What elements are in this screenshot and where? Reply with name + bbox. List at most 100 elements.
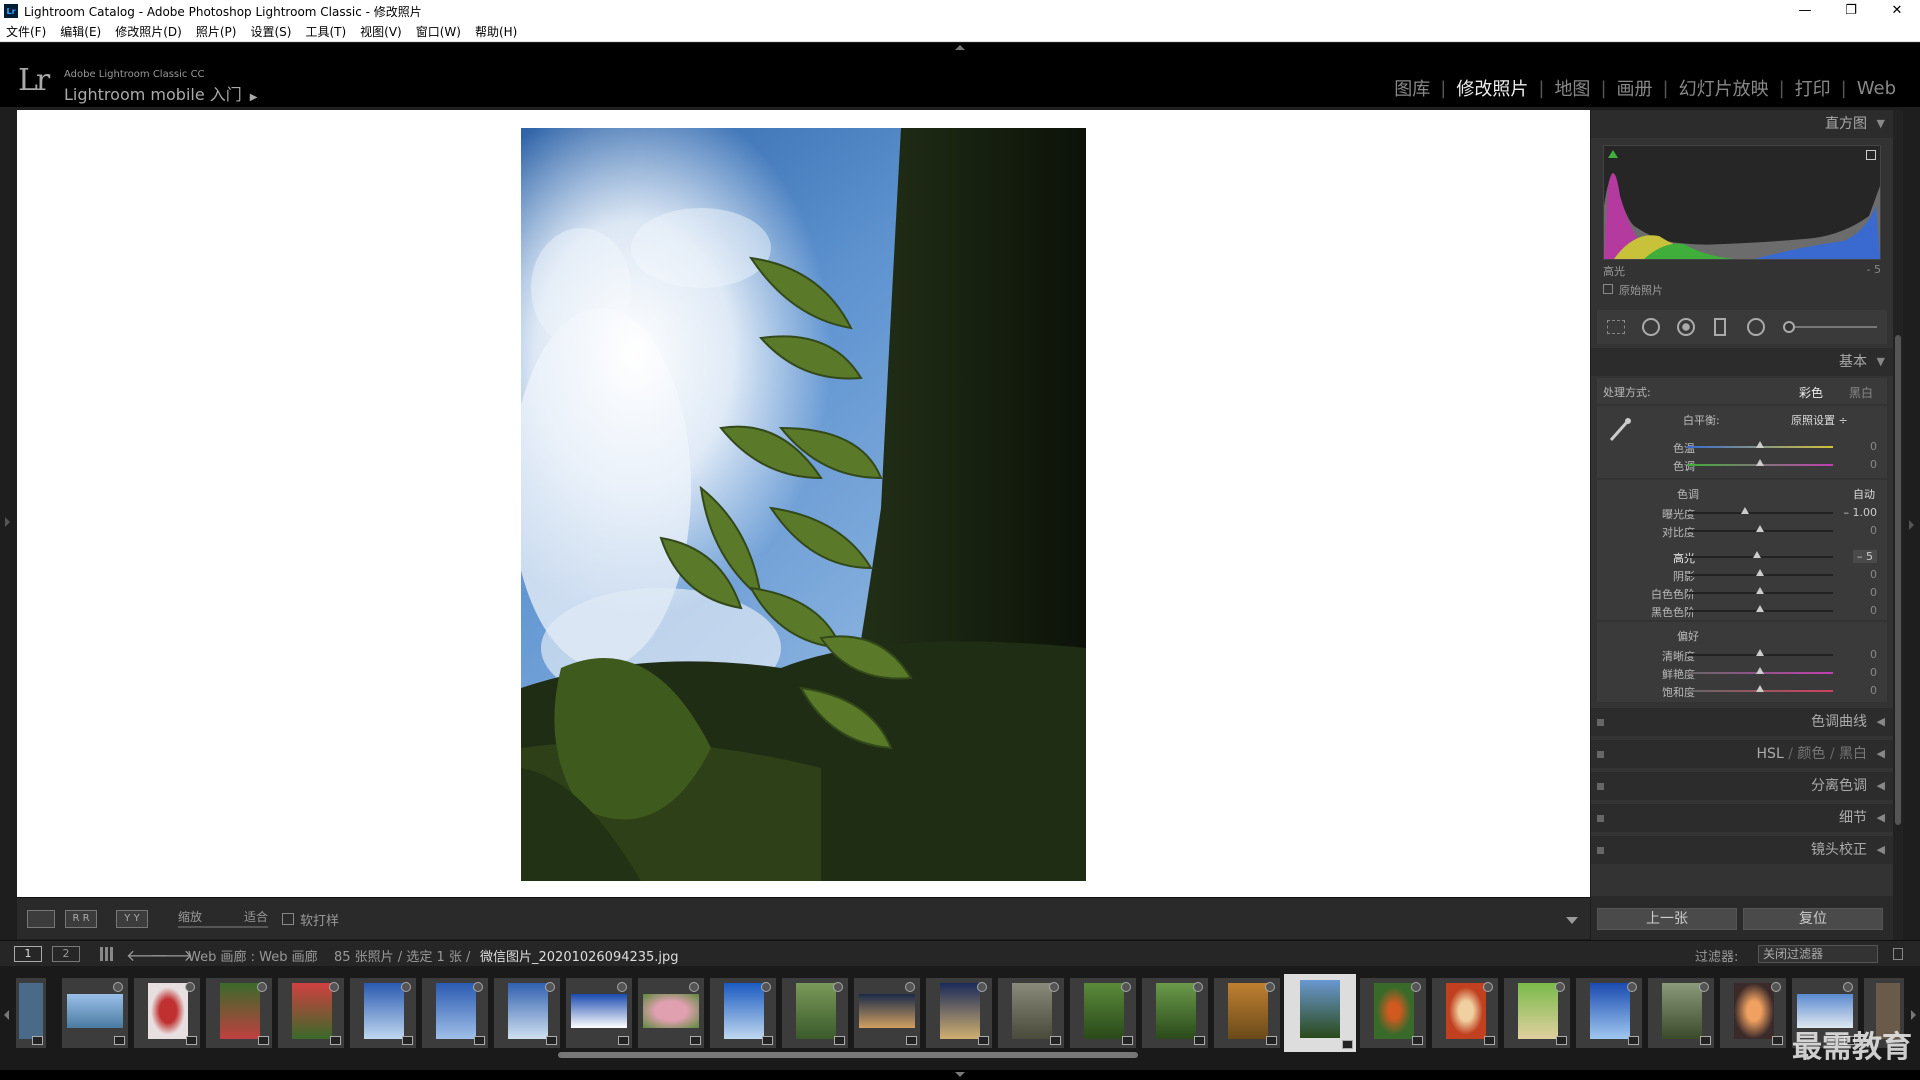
shadows-slider[interactable]: 阴影 0	[1597, 566, 1887, 584]
zoom-slider[interactable]	[178, 926, 268, 928]
filmstrip-thumbnail[interactable]	[1360, 978, 1426, 1048]
contrast-slider[interactable]: 对比度 0	[1597, 522, 1887, 540]
forward-arrow-icon[interactable]: 🡒	[150, 945, 193, 965]
filmstrip-thumbnail[interactable]	[710, 978, 776, 1048]
softproof-checkbox[interactable]	[282, 913, 294, 925]
temp-value[interactable]: 0	[1870, 440, 1877, 453]
auto-tone-button[interactable]: 自动	[1853, 486, 1875, 502]
menu-photo[interactable]: 照片(P)	[196, 23, 237, 40]
filmstrip-thumbnail[interactable]	[1648, 978, 1714, 1048]
adjustment-brush-icon[interactable]	[1783, 321, 1795, 333]
grid-icon[interactable]	[100, 947, 114, 961]
bottom-panel-toggle[interactable]	[0, 1070, 1920, 1080]
module-print[interactable]: 打印	[1785, 75, 1841, 101]
filmstrip-thumbnail[interactable]	[134, 978, 200, 1048]
filmstrip-thumbnail[interactable]	[1576, 978, 1642, 1048]
contrast-knob[interactable]	[1756, 525, 1764, 532]
vibrance-slider[interactable]: 鲜艳度 0	[1597, 664, 1887, 682]
panel-switch-icon[interactable]	[1597, 783, 1604, 790]
tint-slider[interactable]: 色调 0	[1597, 456, 1887, 474]
histogram-header[interactable]: 直方图 ▼	[1591, 110, 1893, 138]
blacks-knob[interactable]	[1756, 605, 1764, 612]
filmstrip-scrollbar[interactable]	[558, 1052, 1138, 1058]
shadows-value[interactable]: 0	[1870, 568, 1877, 581]
wb-preset-dropdown[interactable]: 原照设置 ÷	[1791, 412, 1848, 428]
graduated-filter-icon[interactable]	[1714, 318, 1726, 336]
spot-removal-icon[interactable]	[1642, 318, 1660, 336]
whites-knob[interactable]	[1756, 587, 1764, 594]
filename-dropdown[interactable]: 微信图片_20201026094235.jpg	[480, 946, 679, 965]
exposure-knob[interactable]	[1741, 507, 1750, 514]
menu-edit[interactable]: 编辑(E)	[60, 23, 101, 40]
filter-dropdown[interactable]: 关闭过滤器	[1758, 945, 1878, 963]
shadows-knob[interactable]	[1756, 569, 1764, 576]
source-label[interactable]: Web 画廊 : Web 画廊	[188, 946, 318, 965]
whites-slider[interactable]: 白色色阶 0	[1597, 584, 1887, 602]
panel-switch-icon[interactable]	[1597, 815, 1604, 822]
lens-correction-header[interactable]: 镜头校正 ◀	[1591, 836, 1893, 864]
menu-help[interactable]: 帮助(H)	[475, 23, 517, 40]
before-after-split-button[interactable]: Y Y	[116, 910, 148, 928]
hsl-tab[interactable]: HSL	[1757, 746, 1784, 762]
filmstrip-thumbnail[interactable]	[206, 978, 272, 1048]
module-develop[interactable]: 修改照片	[1446, 75, 1538, 101]
temp-slider[interactable]: 色温 0	[1597, 438, 1887, 456]
menu-window[interactable]: 窗口(W)	[416, 23, 461, 40]
saturation-value[interactable]: 0	[1870, 684, 1877, 697]
histogram[interactable]	[1603, 145, 1881, 260]
treatment-color-option[interactable]: 彩色	[1799, 384, 1823, 401]
panel-switch-icon[interactable]	[1597, 719, 1604, 726]
filmstrip-thumbnail[interactable]	[566, 978, 632, 1048]
menu-tools[interactable]: 工具(T)	[305, 23, 346, 40]
crop-icon[interactable]	[1607, 320, 1625, 334]
temp-knob[interactable]	[1756, 441, 1764, 448]
radial-filter-icon[interactable]	[1747, 318, 1765, 336]
filmstrip-thumbnail[interactable]	[998, 978, 1064, 1048]
highlights-value[interactable]: – 5	[1853, 550, 1877, 563]
left-panel-toggle[interactable]	[0, 107, 16, 945]
blacks-slider[interactable]: 黑色色阶 0	[1597, 602, 1887, 620]
minimize-button[interactable]: —	[1782, 0, 1828, 22]
filmstrip-thumbnail[interactable]	[782, 978, 848, 1048]
menu-view[interactable]: 视图(V)	[360, 23, 402, 40]
filmstrip-thumbnail[interactable]	[16, 978, 46, 1048]
close-button[interactable]: ✕	[1874, 0, 1920, 22]
panel-switch-icon[interactable]	[1597, 751, 1604, 758]
split-toning-header[interactable]: 分离色调 ◀	[1591, 772, 1893, 800]
filmstrip-thumbnail[interactable]	[1504, 978, 1570, 1048]
detail-header[interactable]: 细节 ◀	[1591, 804, 1893, 832]
filmstrip-thumbnail[interactable]	[1720, 978, 1786, 1048]
filmstrip-thumbnail[interactable]	[1070, 978, 1136, 1048]
filmstrip-thumbnail[interactable]	[494, 978, 560, 1048]
highlights-knob[interactable]	[1753, 551, 1762, 558]
filmstrip-thumbnail-selected[interactable]	[1284, 974, 1356, 1052]
filmstrip-scroll-left-icon[interactable]	[4, 1010, 9, 1020]
highlights-slider[interactable]: 高光 – 5	[1597, 548, 1887, 566]
clarity-value[interactable]: 0	[1870, 648, 1877, 661]
fit-label[interactable]: 适合	[244, 908, 268, 925]
filmstrip-thumbnail[interactable]	[1214, 978, 1280, 1048]
main-photo[interactable]	[521, 128, 1086, 881]
filmstrip-thumbnail[interactable]	[638, 978, 704, 1048]
tone-curve-header[interactable]: 色调曲线 ◀	[1591, 708, 1893, 736]
bw-tab[interactable]: 黑白	[1839, 746, 1867, 762]
before-after-button[interactable]: R R	[65, 910, 97, 928]
exposure-track[interactable]	[1687, 512, 1833, 514]
red-eye-icon[interactable]	[1677, 318, 1695, 336]
menu-settings[interactable]: 设置(S)	[250, 23, 291, 40]
filmstrip-thumbnail[interactable]	[62, 978, 128, 1048]
menu-file[interactable]: 文件(F)	[6, 23, 46, 40]
module-web[interactable]: Web	[1847, 78, 1906, 99]
panel-switch-icon[interactable]	[1597, 847, 1604, 854]
clarity-knob[interactable]	[1756, 649, 1764, 656]
scrollbar-thumb[interactable]	[1895, 335, 1901, 825]
toolbar-menu-icon[interactable]	[1566, 917, 1578, 924]
module-slideshow[interactable]: 幻灯片放映	[1669, 75, 1779, 101]
filmstrip[interactable]	[0, 966, 1920, 1070]
previous-button[interactable]: 上一张	[1597, 908, 1737, 930]
menu-develop[interactable]: 修改照片(D)	[115, 23, 182, 40]
exposure-slider[interactable]: 曝光度 – 1.00	[1597, 504, 1887, 522]
vibrance-knob[interactable]	[1756, 667, 1764, 674]
right-panel-toggle[interactable]	[1903, 110, 1920, 940]
blacks-value[interactable]: 0	[1870, 604, 1877, 617]
